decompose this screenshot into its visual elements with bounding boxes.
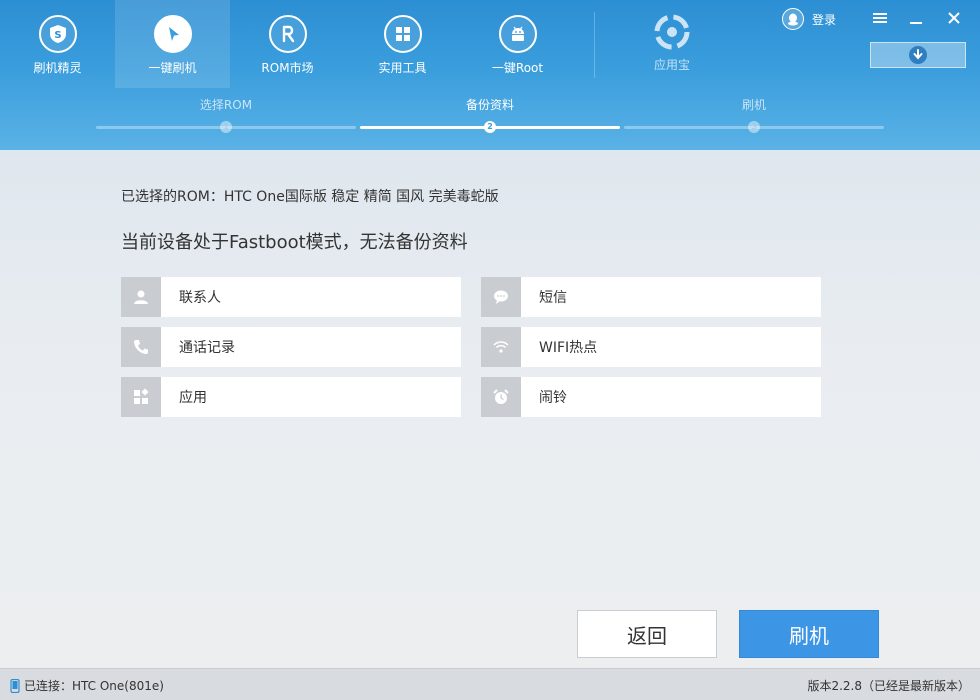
nav-item-one-click-flash[interactable]: 一键刷机 — [115, 0, 230, 88]
backup-item-contacts[interactable]: 联系人 — [121, 277, 461, 317]
download-icon — [909, 46, 927, 64]
step-label: 刷机 — [741, 98, 766, 112]
backup-item-sms[interactable]: 短信 — [481, 277, 821, 317]
shield-s-icon: S — [38, 15, 77, 53]
backup-item-label: WIFI热点 — [539, 340, 598, 356]
wifi-icon — [481, 327, 521, 367]
backup-item-label: 通话记录 — [179, 340, 235, 356]
version-info: 版本2.2.8（已经是最新版本） — [807, 679, 970, 693]
step-label: 选择ROM — [199, 98, 253, 112]
flash-button[interactable]: 刷机 — [739, 610, 879, 658]
svg-text:S: S — [54, 30, 61, 41]
nav-item-rom-market[interactable]: ROM市场 — [230, 0, 345, 88]
minimize-button[interactable] — [904, 6, 928, 30]
nav-item-utilities[interactable]: 实用工具 — [345, 0, 460, 88]
app-header: S 刷机精灵 一键刷机 ROM市场 实用工具 一键Root 应用宝 登录 选择R… — [0, 0, 980, 150]
minimize-icon — [910, 22, 922, 24]
login-label: 登录 — [812, 12, 837, 27]
nav-label: 一键Root — [491, 61, 544, 75]
step-label: 备份资料 — [465, 98, 514, 112]
connection-text: 已连接：HTC One(801e) — [24, 679, 164, 693]
main-nav: S 刷机精灵 一键刷机 ROM市场 实用工具 一键Root — [0, 0, 575, 88]
menu-button[interactable] — [868, 6, 892, 30]
backup-item-alarm[interactable]: 闹铃 — [481, 377, 821, 417]
backup-item-label: 闹铃 — [539, 390, 567, 406]
nav-divider — [594, 12, 595, 78]
download-manager-button[interactable] — [870, 42, 966, 68]
backup-item-wifi-hotspot[interactable]: WIFI热点 — [481, 327, 821, 367]
selected-rom-info: 已选择的ROM：HTC One国际版 稳定 精简 国风 完美毒蛇版 — [121, 189, 499, 205]
phone-device-icon — [10, 678, 20, 693]
back-button[interactable]: 返回 — [577, 610, 717, 658]
login-button[interactable]: 登录 — [782, 8, 836, 30]
step-number: 3 — [748, 121, 760, 133]
person-icon — [121, 277, 161, 317]
main-content: 已选择的ROM：HTC One国际版 稳定 精简 国风 完美毒蛇版 当前设备处于… — [0, 150, 980, 668]
step-backup-data: 备份资料 2 — [360, 96, 620, 136]
step-number: 2 — [484, 121, 496, 133]
nav-label: 应用宝 — [653, 58, 690, 72]
step-select-rom: 选择ROM 1 — [96, 96, 356, 136]
backup-item-call-log[interactable]: 通话记录 — [121, 327, 461, 367]
appbao-icon — [654, 14, 690, 50]
android-icon — [498, 15, 537, 53]
connection-status: 已连接：HTC One(801e) — [10, 677, 164, 694]
nav-item-appbao[interactable]: 应用宝 — [620, 0, 724, 88]
backup-item-apps[interactable]: 应用 — [121, 377, 461, 417]
message-icon — [481, 277, 521, 317]
nav-label: 一键刷机 — [148, 61, 197, 75]
phone-icon — [121, 327, 161, 367]
nav-label: 实用工具 — [378, 61, 427, 75]
penguin-icon — [782, 8, 804, 30]
menu-icon — [873, 13, 887, 23]
close-icon — [948, 12, 960, 24]
apps-icon — [121, 377, 161, 417]
step-number: 1 — [220, 121, 232, 133]
nav-label: ROM市场 — [261, 61, 314, 75]
r-logo-icon — [268, 15, 307, 53]
alarm-icon — [481, 377, 521, 417]
step-flash: 刷机 3 — [624, 96, 884, 136]
backup-item-label: 应用 — [179, 390, 207, 406]
nav-item-one-click-root[interactable]: 一键Root — [460, 0, 575, 88]
nav-item-flash-elf[interactable]: S 刷机精灵 — [0, 0, 115, 88]
close-button[interactable] — [942, 6, 966, 30]
device-status-message: 当前设备处于Fastboot模式，无法备份资料 — [121, 232, 468, 253]
grid-icon — [383, 15, 422, 53]
backup-item-label: 联系人 — [179, 290, 221, 306]
cursor-icon — [153, 15, 192, 53]
status-bar: 已连接：HTC One(801e) 版本2.2.8（已经是最新版本） — [0, 668, 980, 700]
backup-item-label: 短信 — [539, 290, 567, 306]
nav-label: 刷机精灵 — [33, 61, 82, 75]
